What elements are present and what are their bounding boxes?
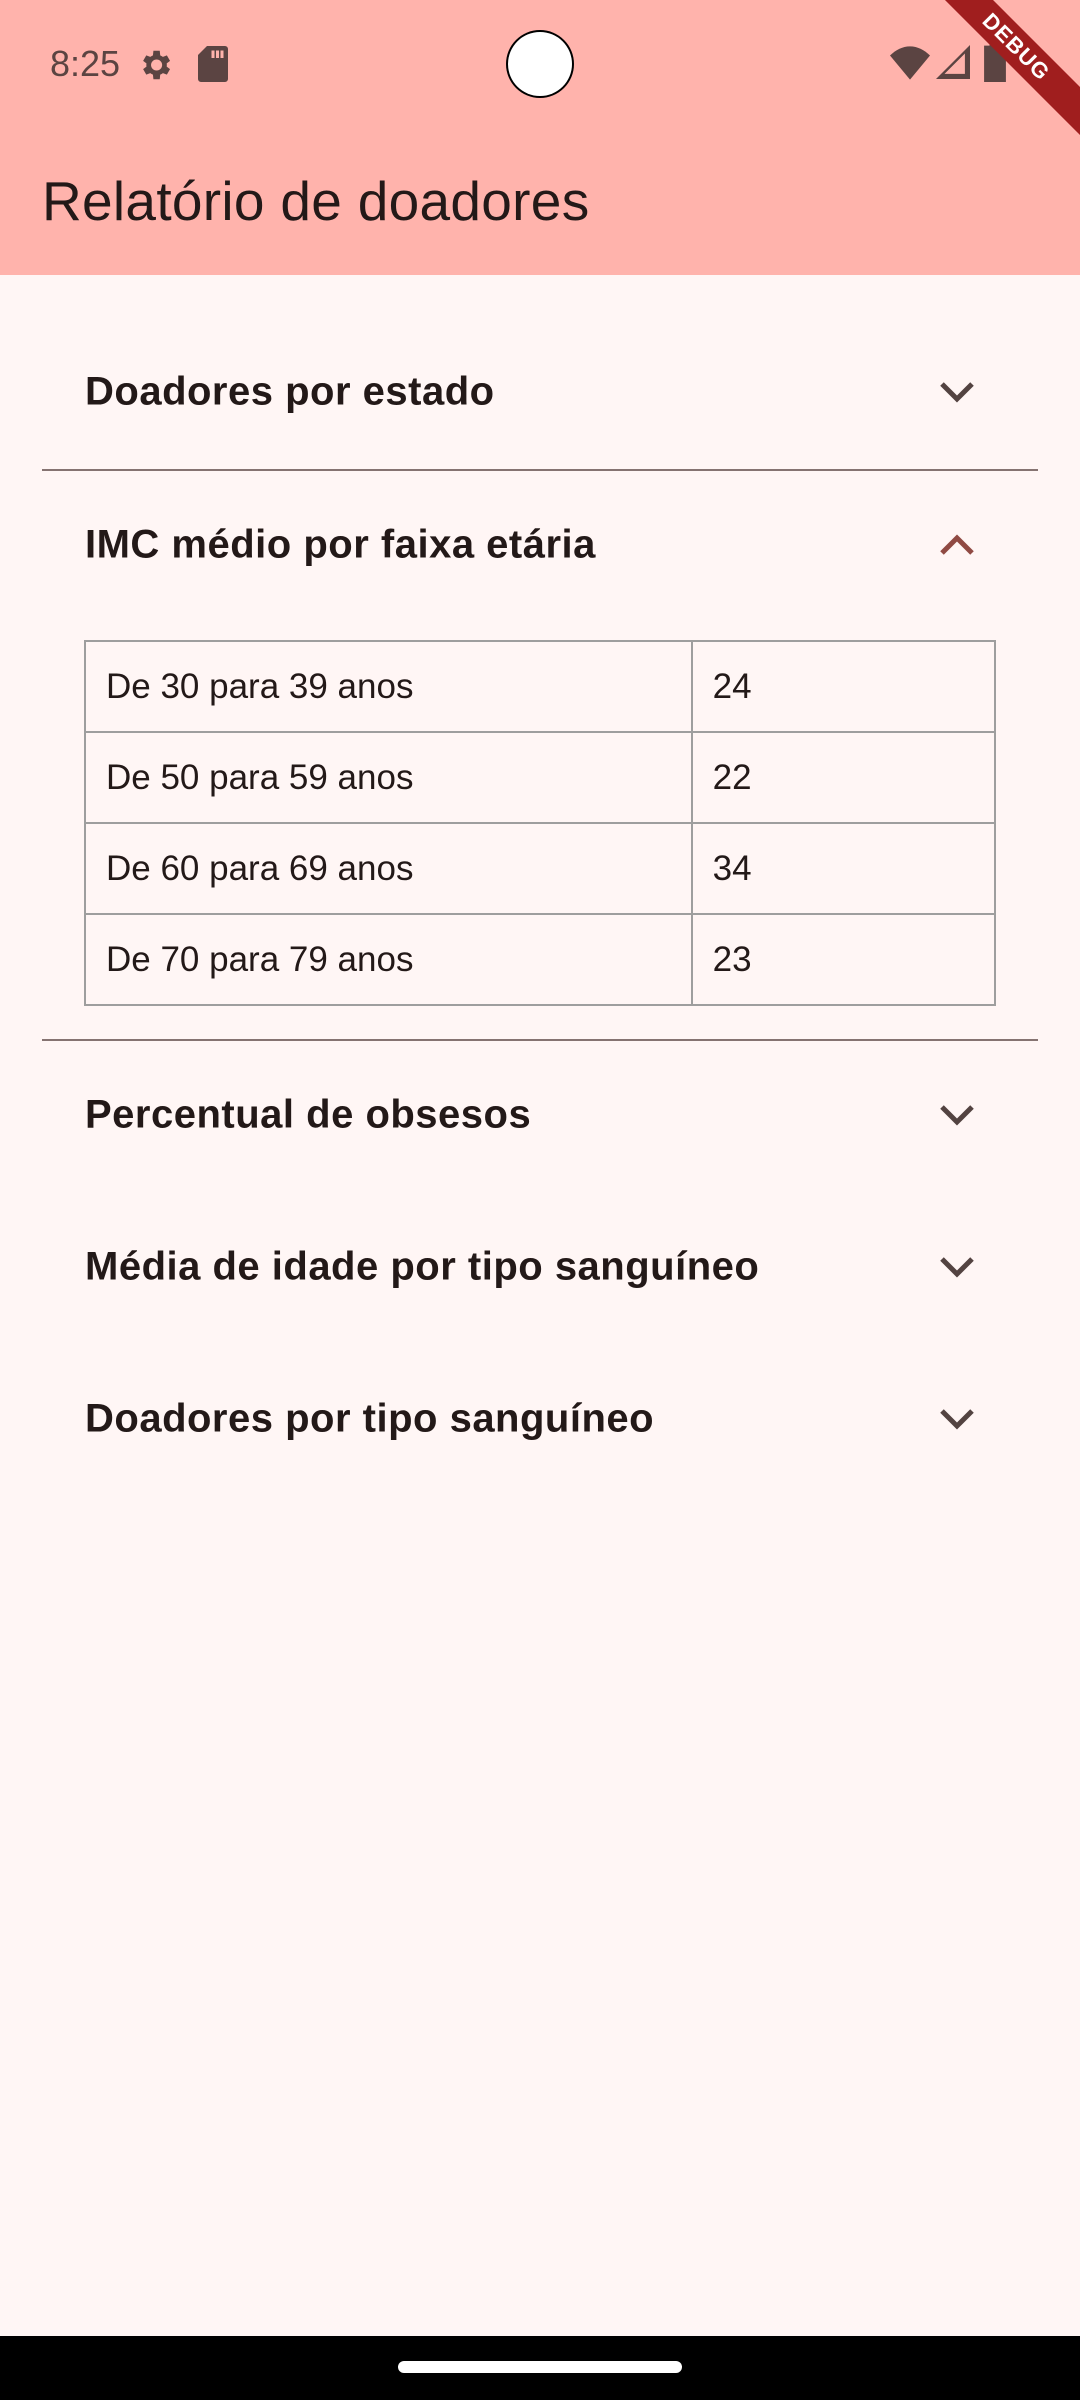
- imc-value-cell: 34: [690, 822, 997, 915]
- cell-signal-icon: [936, 45, 970, 79]
- age-range-cell: De 30 para 39 anos: [84, 640, 693, 733]
- status-time: 8:25: [50, 43, 121, 84]
- panel-percentual-obsesos[interactable]: Percentual de obsesos: [42, 1040, 1038, 1190]
- settings-gear-icon: [143, 50, 171, 80]
- home-gesture-handle[interactable]: [398, 2361, 682, 2373]
- table-row: De 60 para 69 anos 34: [84, 822, 997, 915]
- wifi-icon: [890, 46, 930, 80]
- panel-doadores-tipo-sanguineo[interactable]: Doadores por tipo sanguíneo: [42, 1344, 1038, 1494]
- app-bar: 8:25 Relatório de doadores: [0, 0, 1080, 275]
- panel-imc-medio[interactable]: IMC médio por faixa etária: [42, 470, 1038, 620]
- panel-title: Doadores por tipo sanguíneo: [85, 1396, 655, 1441]
- panel-title: Doadores por estado: [85, 369, 495, 414]
- imc-value-cell: 24: [690, 640, 997, 733]
- panel-title: Percentual de obsesos: [85, 1092, 532, 1137]
- page-title: Relatório de doadores: [42, 170, 590, 232]
- imc-value-cell: 22: [690, 731, 997, 824]
- chevron-down-icon[interactable]: [938, 1103, 976, 1127]
- imc-value-cell: 23: [690, 913, 997, 1006]
- panel-media-idade-tipo-sanguineo[interactable]: Média de idade por tipo sanguíneo: [42, 1192, 1038, 1342]
- imc-table: De 30 para 39 anos 24 De 50 para 59 anos…: [84, 640, 997, 1006]
- panel-title: IMC médio por faixa etária: [85, 522, 596, 567]
- chevron-up-icon[interactable]: [938, 533, 976, 557]
- sd-card-icon: [198, 46, 228, 82]
- age-range-cell: De 60 para 69 anos: [84, 822, 693, 915]
- camera-cutout: [508, 32, 572, 96]
- panel-title: Média de idade por tipo sanguíneo: [85, 1244, 760, 1289]
- chevron-down-icon[interactable]: [938, 1255, 976, 1279]
- table-row: De 70 para 79 anos 23: [84, 913, 997, 1006]
- table-row: De 30 para 39 anos 24: [84, 640, 997, 733]
- chevron-down-icon[interactable]: [938, 380, 976, 404]
- age-range-cell: De 70 para 79 anos: [84, 913, 693, 1006]
- battery-icon: [984, 42, 1006, 82]
- panel-doadores-por-estado[interactable]: Doadores por estado: [42, 317, 1038, 467]
- chevron-down-icon[interactable]: [938, 1407, 976, 1431]
- status-bar: 8:25: [0, 0, 1080, 130]
- table-row: De 50 para 59 anos 22: [84, 731, 997, 824]
- system-nav-bar: [0, 2336, 1080, 2400]
- age-range-cell: De 50 para 59 anos: [84, 731, 693, 824]
